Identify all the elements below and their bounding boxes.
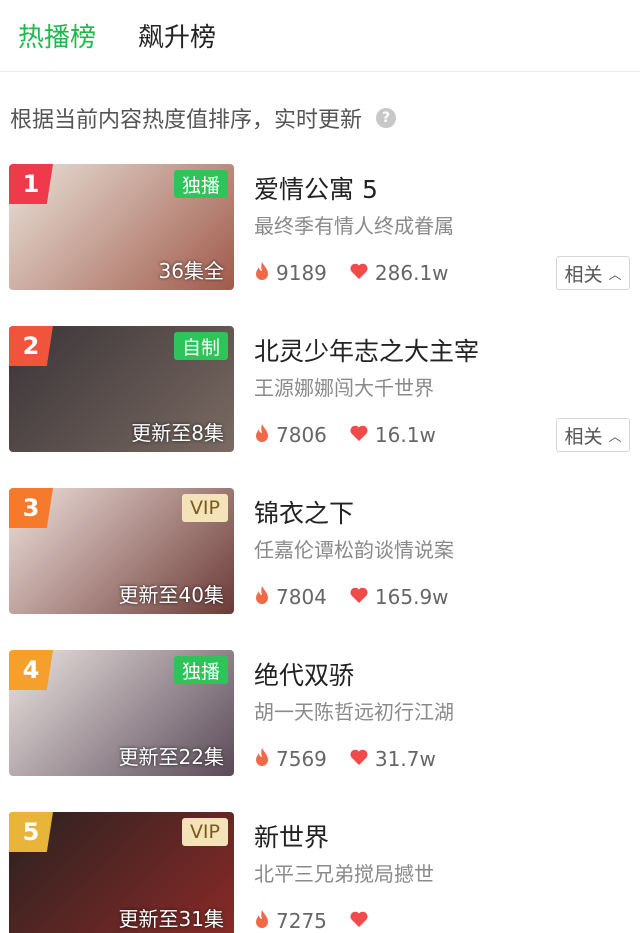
flame-icon (254, 909, 276, 933)
related-label: 相关 (564, 263, 603, 286)
flame-icon (254, 585, 276, 610)
item-title[interactable]: 北灵少年志之大主宰 (254, 332, 479, 368)
episode-status: 更新至40集 (118, 583, 224, 607)
heat-value: 7569 (276, 747, 327, 771)
item-info: 爱情公寓 5 最终季有情人终成眷属 9189 286.1w 相关 ︿ (254, 164, 634, 292)
rank-badge: 5 (9, 812, 53, 852)
heat-stat: 7806 (254, 423, 327, 448)
tab-rising-list[interactable]: 飙升榜 (138, 17, 216, 54)
item-description: 任嘉伦谭松韵谈情说案 (254, 538, 454, 562)
poster-thumbnail[interactable]: 5 VIP 更新至31集 (9, 812, 234, 933)
item-title[interactable]: 锦衣之下 (254, 494, 354, 530)
heat-stat: 7275 (254, 909, 327, 933)
content-tag: VIP (181, 494, 228, 522)
likes-stat: 16.1w (349, 423, 436, 447)
poster-thumbnail[interactable]: 2 自制 更新至8集 (9, 326, 234, 452)
tab-hot-list[interactable]: 热播榜 (18, 17, 96, 54)
flame-icon (254, 747, 276, 772)
help-icon[interactable]: ? (376, 108, 397, 128)
content-tag: VIP (181, 818, 228, 846)
rank-badge: 3 (9, 488, 53, 528)
item-info: 锦衣之下 任嘉伦谭松韵谈情说案 7804 165.9w (254, 488, 634, 616)
item-stats: 7806 16.1w (254, 422, 458, 448)
ranking-item[interactable]: 3 VIP 更新至40集 锦衣之下 任嘉伦谭松韵谈情说案 7804 165.9w (0, 488, 640, 616)
heat-stat: 7569 (254, 747, 327, 772)
tab-bar: 热播榜 飙升榜 (0, 0, 640, 72)
rank-badge: 1 (9, 164, 53, 204)
ranking-description-text: 根据当前内容热度值排序，实时更新 (10, 108, 363, 133)
rank-badge: 2 (9, 326, 53, 366)
item-info: 新世界 北平三兄弟搅局撼世 7275 (254, 812, 634, 933)
likes-value: 16.1w (374, 423, 436, 447)
ranking-item[interactable]: 5 VIP 更新至31集 新世界 北平三兄弟搅局撼世 7275 (0, 812, 640, 933)
ranking-item[interactable]: 2 自制 更新至8集 北灵少年志之大主宰 王源娜娜闯大千世界 7806 16.1… (0, 326, 640, 454)
heart-icon (349, 747, 375, 771)
poster-thumbnail[interactable]: 1 独播 36集全 (9, 164, 234, 290)
content-tag: 自制 (173, 332, 228, 360)
likes-value: 165.9w (374, 585, 449, 609)
rank-badge: 4 (9, 650, 53, 690)
flame-icon (254, 261, 276, 286)
item-info: 北灵少年志之大主宰 王源娜娜闯大千世界 7806 16.1w 相关 ︿ (254, 326, 634, 454)
episode-status: 更新至31集 (118, 907, 224, 931)
content-tag: 独播 (173, 170, 228, 198)
episode-status: 更新至22集 (118, 745, 224, 769)
likes-stat: 165.9w (349, 585, 449, 609)
item-description: 胡一天陈哲远初行江湖 (254, 700, 454, 724)
related-button[interactable]: 相关 ︿ (556, 256, 630, 290)
heart-icon (349, 423, 375, 447)
heat-value: 7804 (276, 585, 327, 609)
item-title[interactable]: 爱情公寓 5 (254, 170, 378, 206)
item-stats: 7275 (254, 908, 397, 933)
ranking-item[interactable]: 4 独播 更新至22集 绝代双骄 胡一天陈哲远初行江湖 7569 31.7w (0, 650, 640, 778)
heart-icon (349, 909, 375, 933)
ranking-item[interactable]: 1 独播 36集全 爱情公寓 5 最终季有情人终成眷属 9189 286.1w … (0, 164, 640, 292)
item-stats: 7804 165.9w (254, 584, 471, 610)
episode-status: 更新至8集 (131, 421, 224, 445)
related-button[interactable]: 相关 ︿ (556, 418, 630, 452)
episode-status: 36集全 (158, 259, 224, 283)
related-label: 相关 (564, 425, 603, 448)
likes-stat: 286.1w (349, 261, 449, 285)
flame-icon (254, 423, 276, 448)
heat-stat: 7804 (254, 585, 327, 610)
item-info: 绝代双骄 胡一天陈哲远初行江湖 7569 31.7w (254, 650, 634, 778)
likes-value: 31.7w (374, 747, 436, 771)
heat-stat: 9189 (254, 261, 327, 286)
item-title[interactable]: 绝代双骄 (254, 656, 354, 692)
ranking-description: 根据当前内容热度值排序，实时更新 ? (0, 72, 640, 164)
item-title[interactable]: 新世界 (254, 818, 329, 854)
heart-icon (349, 261, 375, 285)
heat-value: 9189 (276, 261, 327, 285)
item-stats: 9189 286.1w (254, 260, 471, 286)
item-description: 王源娜娜闯大千世界 (254, 376, 434, 400)
likes-stat (349, 909, 375, 933)
item-stats: 7569 31.7w (254, 746, 458, 772)
item-description: 最终季有情人终成眷属 (254, 214, 454, 238)
heart-icon (349, 585, 375, 609)
heat-value: 7806 (276, 423, 327, 447)
likes-stat: 31.7w (349, 747, 436, 771)
content-tag: 独播 (173, 656, 228, 684)
chevron-up-icon: ︿ (608, 267, 622, 283)
poster-thumbnail[interactable]: 3 VIP 更新至40集 (9, 488, 234, 614)
chevron-up-icon: ︿ (608, 429, 622, 445)
poster-thumbnail[interactable]: 4 独播 更新至22集 (9, 650, 234, 776)
likes-value: 286.1w (374, 261, 449, 285)
heat-value: 7275 (276, 909, 327, 933)
item-description: 北平三兄弟搅局撼世 (254, 862, 434, 886)
